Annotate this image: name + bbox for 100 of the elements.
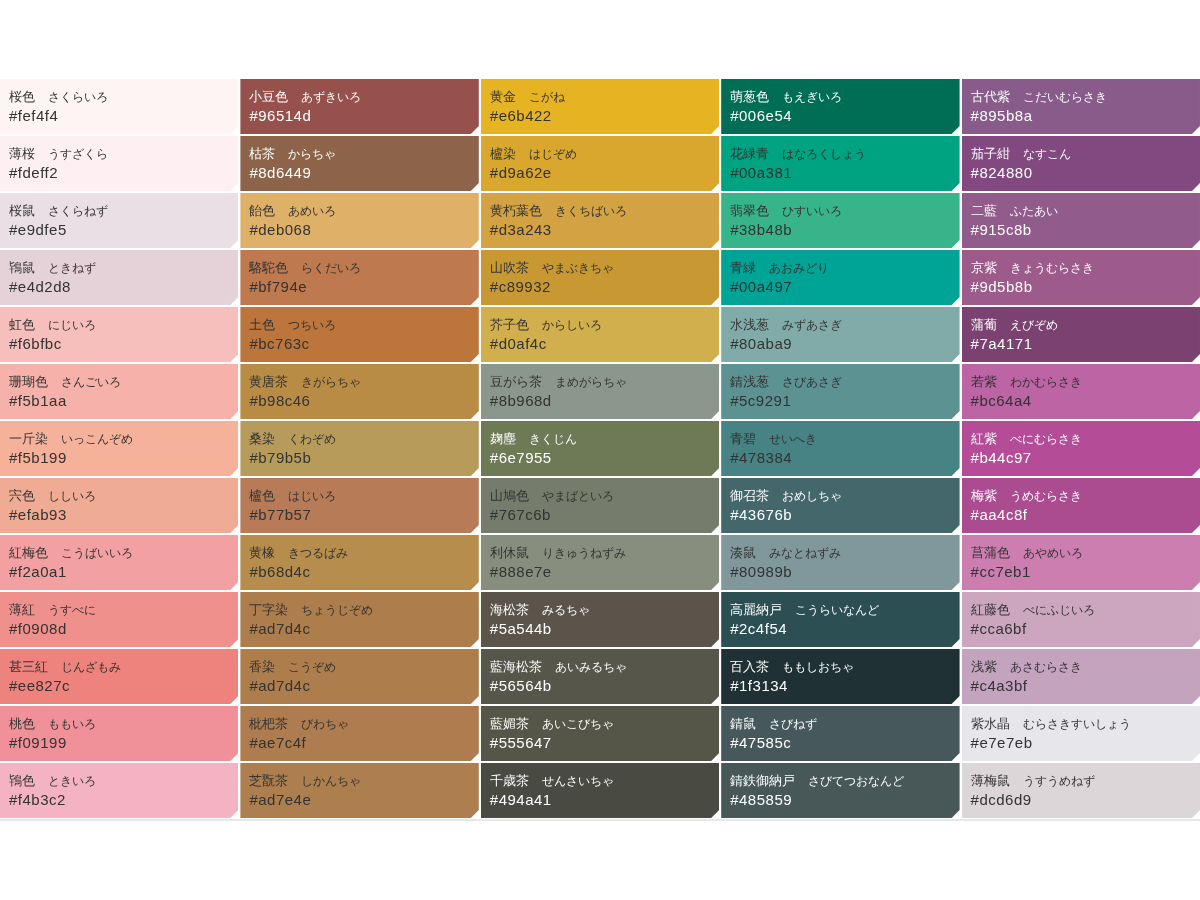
color-reading: もえぎいろ — [782, 89, 843, 106]
color-reading: あおみどり — [769, 260, 830, 277]
color-name: 飴色 — [249, 202, 276, 220]
color-reading: えびぞめ — [1009, 317, 1058, 334]
color-reading: ときねず — [48, 260, 96, 277]
color-name: 黄唐茶 — [249, 373, 289, 391]
color-name: 蒲葡 — [970, 316, 997, 334]
color-reading: うすざくら — [48, 146, 108, 163]
hex-code: #fdeff2 — [9, 163, 59, 183]
color-reading: べにふじいろ — [1022, 602, 1095, 619]
hex-code: #9d5b8b — [970, 277, 1033, 297]
hex-code: #f5b1aa — [9, 391, 67, 411]
color-reading: こだいむらさき — [1022, 89, 1107, 106]
hex-code: #5a544b — [489, 619, 552, 639]
color-name: 小豆色 — [249, 88, 289, 106]
hex-code: #555647 — [489, 733, 552, 753]
color-reading: さくらいろ — [48, 89, 108, 106]
hex-code: #767c6b — [489, 505, 551, 525]
color-name: 駱駝色 — [249, 259, 289, 277]
hex-code: #bc64a4 — [970, 391, 1032, 411]
color-name: 古代紫 — [970, 88, 1010, 106]
hex-code: #2c4f54 — [730, 619, 788, 639]
hex-code: #ad7d4c — [249, 619, 311, 639]
color-name: 鴇鼠 — [9, 259, 35, 277]
color-reading: こうぞめ — [288, 659, 337, 676]
color-name: 紅藤色 — [970, 601, 1010, 619]
color-reading: さくらねず — [48, 203, 108, 220]
color-reading: きくちばいろ — [554, 203, 627, 220]
color-name: 桜色 — [9, 88, 35, 106]
color-reading: くわぞめ — [288, 431, 337, 448]
color-reading: はなろくしょう — [782, 146, 867, 163]
color-name: 枯茶 — [249, 145, 276, 163]
color-name: 菖蒲色 — [970, 544, 1010, 562]
color-reading: せんさいちゃ — [541, 773, 614, 790]
color-reading: にじいろ — [48, 317, 96, 334]
hex-code: #efab93 — [9, 505, 67, 525]
color-reading: さびてつおなんど — [808, 773, 905, 790]
color-name: 枇杷茶 — [249, 715, 289, 733]
hex-code: #38b48b — [730, 220, 793, 240]
color-name: 桜鼠 — [9, 202, 35, 220]
color-reading: ときいろ — [48, 773, 96, 790]
color-reading: からちゃ — [288, 146, 337, 163]
color-reading: はじぞめ — [528, 146, 577, 163]
color-reading: やまばといろ — [541, 488, 614, 505]
color-reading: ひすいいろ — [782, 203, 843, 220]
color-reading: みずあさぎ — [782, 317, 843, 334]
hex-code: #f4b3c2 — [9, 790, 66, 810]
hex-code: #d3a243 — [489, 220, 552, 240]
color-reading: ももしおちゃ — [782, 659, 855, 676]
color-name: 薄紅 — [9, 601, 35, 619]
hex-code: #f09199 — [9, 733, 67, 753]
color-name: 珊瑚色 — [9, 373, 48, 391]
hex-code: #bf794e — [249, 277, 308, 297]
hex-code: #80989b — [730, 562, 793, 582]
color-reading: みるちゃ — [541, 602, 590, 619]
hex-code: #6e7955 — [489, 448, 552, 468]
hex-code: #e4d2d8 — [9, 277, 71, 297]
color-reading: はじいろ — [288, 488, 337, 505]
hex-code: #47585c — [730, 733, 792, 753]
color-name: 紫水晶 — [970, 715, 1010, 733]
hex-code: #e6b422 — [489, 106, 552, 126]
hex-code: #bc763c — [249, 334, 310, 354]
color-name: 藍海松茶 — [489, 658, 542, 676]
hex-code: #b68d4c — [249, 562, 311, 582]
color-reading: みなとねずみ — [769, 545, 842, 562]
color-reading: ももいろ — [48, 716, 96, 733]
color-name: 青緑 — [730, 259, 757, 277]
hex-code: #485859 — [730, 790, 793, 810]
hex-code: #f5b199 — [9, 448, 67, 468]
hex-code: #478384 — [730, 448, 793, 468]
hex-code: #cca6bf — [970, 619, 1027, 639]
color-name: 御召茶 — [730, 487, 770, 505]
color-name: 青碧 — [730, 430, 757, 448]
color-reading: きがらちゃ — [301, 374, 362, 391]
hex-code: #56564b — [489, 676, 552, 696]
hex-code: #00a381 — [730, 163, 793, 183]
color-name: 錆浅葱 — [730, 373, 770, 391]
color-name: 薄桜 — [9, 145, 35, 163]
hex-code: #b44c97 — [970, 448, 1032, 468]
color-name: 芝翫茶 — [249, 772, 289, 790]
color-reading: まめがらちゃ — [554, 374, 627, 391]
hex-code: #8b968d — [489, 391, 552, 411]
color-reading: きくじん — [528, 431, 577, 448]
hex-code: #7a4171 — [970, 334, 1033, 354]
color-name: 百入茶 — [730, 658, 770, 676]
hex-code: #aa4c8f — [970, 505, 1028, 525]
color-reading: こがね — [528, 89, 565, 106]
color-reading: しかんちゃ — [301, 773, 362, 790]
color-reading: こうらいなんど — [795, 602, 880, 619]
color-name: 海松茶 — [489, 601, 529, 619]
color-name: 甚三紅 — [9, 658, 48, 676]
color-reading: ししいろ — [48, 488, 96, 505]
hex-code: #ee827c — [9, 676, 71, 696]
color-name: 櫨染 — [489, 145, 516, 163]
color-reading: あずきいろ — [301, 89, 362, 106]
hex-code: #c89932 — [489, 277, 551, 297]
hex-code: #f6bfbc — [9, 334, 62, 354]
color-name: 鴇色 — [9, 772, 35, 790]
color-name: 京紫 — [970, 259, 997, 277]
hex-code: #deb068 — [249, 220, 312, 240]
